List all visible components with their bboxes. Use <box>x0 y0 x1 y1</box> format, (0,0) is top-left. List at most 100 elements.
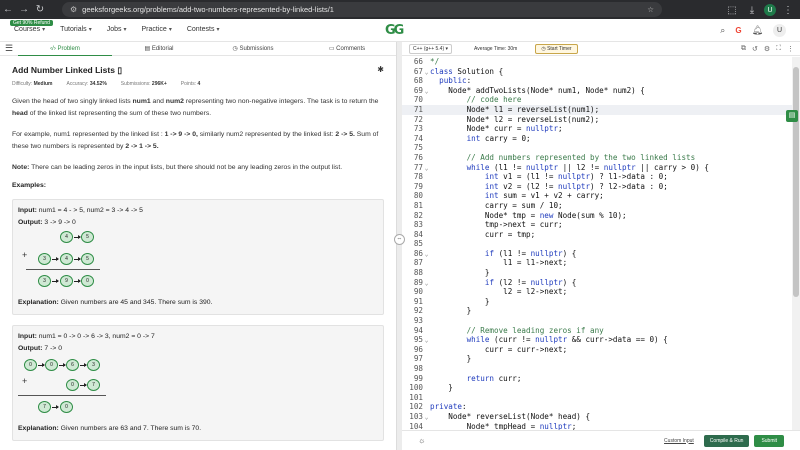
address-bar[interactable]: ⚙ geeksforgeeks.org/problems/add-two-num… <box>62 2 662 17</box>
notification-bell-icon[interactable]: 🔔︎ <box>752 25 763 36</box>
bookmark-icon[interactable]: ▯ <box>117 65 122 75</box>
forward-icon[interactable]: → <box>16 2 32 18</box>
code-line[interactable]: 71 Node* l1 = reverseList(num1); <box>402 104 792 115</box>
scrollbar-thumb[interactable] <box>793 67 799 297</box>
code-editor[interactable]: 66 */67 ⌄ class Solution {68 public: 69 ⌄ No… <box>402 57 792 430</box>
code-line[interactable]: 88 } <box>402 268 792 278</box>
code-line[interactable]: 100 } <box>402 383 792 393</box>
code-line[interactable]: 70 // code here <box>402 95 792 105</box>
code-line[interactable]: 96 curr = curr->next; <box>402 345 792 355</box>
back-icon[interactable]: ← <box>0 2 16 18</box>
code-line[interactable]: 69 ⌄ Node* addTwoLists(Node* num1, Node* … <box>402 86 792 96</box>
list-node: 9 <box>60 275 73 287</box>
code-line[interactable]: 73 Node* curr = nullptr; <box>402 124 792 134</box>
arrow <box>74 279 81 283</box>
code-line[interactable]: 68 public: <box>402 76 792 86</box>
code-line[interactable]: 72 Node* l2 = reverseList(num2); <box>402 115 792 125</box>
code-line[interactable]: 90 l2 = l2->next; <box>402 287 792 297</box>
problem-meta: Difficulty: Medium Accuracy: 34.52% Subm… <box>12 81 201 87</box>
list-node: 0 <box>45 359 58 371</box>
copy-icon[interactable]: ⧉ <box>741 45 746 53</box>
list-node: 6 <box>66 359 79 371</box>
search-icon[interactable]: ⌕ <box>720 25 725 36</box>
code-line[interactable]: 87 l1 = l1->next; <box>402 258 792 268</box>
code-line[interactable]: 77 ⌄ while (l1 != nullptr || l2 != nullpt… <box>402 163 792 173</box>
more-icon[interactable]: ⋮ <box>787 45 794 53</box>
code-line[interactable]: 66 */ <box>402 57 792 67</box>
compile-run-button[interactable]: Compile & Run <box>703 434 750 447</box>
code-line[interactable]: 91 } <box>402 297 792 307</box>
example-box-1: Input: num1 = 4 - > 5, num2 = 3 -> 4 -> … <box>12 199 384 315</box>
custom-input-link[interactable]: Custom Input <box>664 438 694 444</box>
user-avatar[interactable]: U <box>773 24 786 37</box>
site-info-icon[interactable]: ⚙ <box>70 5 77 14</box>
code-line[interactable]: 80 int sum = v1 + v2 + carry; <box>402 191 792 201</box>
code-line[interactable]: 104 Node* tmpHead = nullptr; <box>402 422 792 430</box>
code-line[interactable]: 94 // Remove leading zeros if any <box>402 326 792 336</box>
reload-icon[interactable]: ↻ <box>32 2 48 18</box>
chat-icon[interactable]: ▤ <box>786 110 798 122</box>
tab-submissions[interactable]: ◷ Submissions <box>206 45 300 52</box>
tab-editorial[interactable]: ▤ Editorial <box>112 45 206 52</box>
code-text: Node* tmp = new Node(sum % 10); <box>430 210 627 220</box>
browser-profile-avatar[interactable]: U <box>764 4 776 16</box>
start-timer-button[interactable]: ◷ Start Timer <box>535 43 578 54</box>
list-node: 7 <box>87 379 100 391</box>
nav-item-practice[interactable]: Practice ▾ <box>142 26 172 33</box>
problem-statement: Add Number Linked Lists ▯ ✱ Difficulty: … <box>0 57 396 450</box>
code-line[interactable]: 81 carry = sum / 10; <box>402 201 792 211</box>
sum-line <box>26 269 100 270</box>
arrow <box>74 235 81 239</box>
code-line[interactable]: 92 } <box>402 306 792 316</box>
code-line[interactable]: 99 return curr; <box>402 374 792 384</box>
code-line[interactable]: 101 <box>402 393 792 403</box>
browser-menu-icon[interactable]: ⋮ <box>780 2 796 18</box>
download-icon[interactable]: ⤓ <box>744 2 760 18</box>
code-line[interactable]: 86 ⌄ if (l1 != nullptr) { <box>402 249 792 259</box>
examples-heading: Examples: <box>12 182 47 189</box>
list-node: 7 <box>38 401 51 413</box>
code-text: */ <box>430 57 440 66</box>
language-select[interactable]: C++ (g++ 5.4) ▾ <box>409 43 453 54</box>
streak-icon[interactable]: G <box>735 26 741 35</box>
lightbulb-icon[interactable]: ☼ <box>418 436 425 445</box>
code-line[interactable]: 97 } <box>402 354 792 364</box>
tab-comments[interactable]: ▭ Comments <box>300 45 394 52</box>
nav-item-contests[interactable]: Contests ▾ <box>187 26 220 33</box>
settings-icon[interactable]: ⚙ <box>764 45 770 53</box>
code-line[interactable]: 83 tmp->next = curr; <box>402 220 792 230</box>
tab-problem[interactable]: ‹/› Problem <box>18 42 112 56</box>
code-line[interactable]: 102 private: <box>402 402 792 412</box>
reset-icon[interactable]: ↺ <box>752 45 758 53</box>
code-line[interactable]: 85 <box>402 239 792 249</box>
code-line[interactable]: 93 <box>402 316 792 326</box>
code-line[interactable]: 74 int carry = 0; <box>402 134 792 144</box>
bug-report-icon[interactable]: ✱ <box>377 65 384 74</box>
code-line[interactable]: 103 ⌄ Node* reverseList(Node* head) { <box>402 412 792 422</box>
code-line[interactable]: 95 ⌄ while (curr != nullptr && curr->data… <box>402 335 792 345</box>
fullscreen-icon[interactable]: ⛶ <box>776 45 781 53</box>
code-text: public: <box>439 76 472 86</box>
chevron-down-icon: ▾ <box>42 27 46 33</box>
hamburger-menu-icon[interactable]: ☰ <box>0 43 18 54</box>
submit-button[interactable]: Submit <box>754 434 784 447</box>
line-number: 81 <box>413 200 423 210</box>
code-line[interactable]: 98 <box>402 364 792 374</box>
gfg-logo[interactable]: GG <box>385 23 404 38</box>
code-line[interactable]: 84 curr = tmp; <box>402 230 792 240</box>
code-line[interactable]: 76 // Add numbers represented by the two… <box>402 153 792 163</box>
line-number: 104 <box>409 421 423 430</box>
code-line[interactable]: 89 ⌄ if (l2 != nullptr) { <box>402 278 792 288</box>
code-line[interactable]: 75 <box>402 143 792 153</box>
bookmark-star-icon[interactable]: ☆ <box>647 5 654 14</box>
nav-item-jobs[interactable]: Jobs ▾ <box>107 26 127 33</box>
code-line[interactable]: 67 ⌄ class Solution { <box>402 67 792 77</box>
nav-item-courses[interactable]: Courses ▾ <box>14 26 45 33</box>
code-text: l1 = l1->next; <box>430 258 568 268</box>
code-line[interactable]: 82 Node* tmp = new Node(sum % 10); <box>402 211 792 221</box>
code-line[interactable]: 79 int v2 = (l2 != nullptr) ? l2->data :… <box>402 182 792 192</box>
code-line[interactable]: 78 int v1 = (l1 != nullptr) ? l1->data :… <box>402 172 792 182</box>
nav-item-tutorials[interactable]: Tutorials ▾ <box>60 26 92 33</box>
extensions-icon[interactable]: ⬚ <box>724 2 740 18</box>
url-text: geeksforgeeks.org/problems/add-two-numbe… <box>82 5 334 14</box>
